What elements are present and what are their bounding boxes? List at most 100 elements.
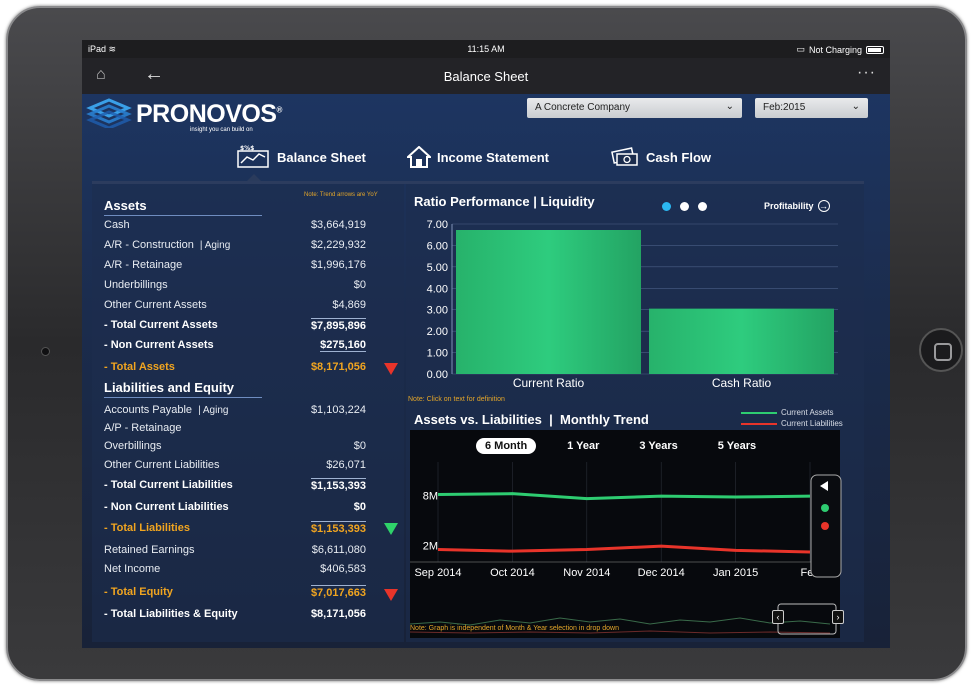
divider (104, 397, 262, 398)
row-total-current-liabilities: - Total Current Liabilities $1,153,393 (104, 478, 366, 492)
range-tabs: 6 Month 1 Year 3 Years 5 Years (476, 438, 787, 454)
page-title: Balance Sheet (443, 69, 529, 84)
arrow-right-circle-icon: → (817, 200, 830, 212)
app-content: PRONOVOS® insight you can build on A Con… (82, 94, 890, 648)
legend-item: Current Liabilities (741, 418, 843, 429)
chevron-down-icon: ⌄ (851, 101, 860, 112)
trend-legend: Current Assets Current Liabilities (741, 407, 843, 429)
trend-line-chart: Sep 2014 Oct 2014 Nov 2014 Dec 2014 Jan 2015… (410, 462, 840, 579)
aging-link[interactable]: | Aging (200, 240, 230, 251)
nav-bar: ⌂ ← Balance Sheet ··· (82, 58, 890, 94)
trend-chart-box: 6 Month 1 Year 3 Years 5 Years Sep 2014 O… (410, 430, 840, 610)
status-time: 11:15 AM (467, 44, 505, 54)
y-tick-label: 6.00 (427, 240, 448, 252)
liabilities-title: Liabilities and Equity (104, 380, 235, 395)
x-tick-label: Sep 2014 (414, 567, 461, 579)
brand-tagline: insight you can build on (190, 127, 253, 133)
range-tab-5-years[interactable]: 5 Years (709, 438, 765, 454)
page-dots (662, 202, 707, 211)
row-overbillings: Overbillings $0 (104, 440, 366, 452)
balance-sheet-icon: $%$ (237, 145, 269, 168)
row-cash: Cash $3,664,919 (104, 219, 366, 231)
row-retained-earnings: Retained Earnings $6,611,080 (104, 544, 366, 556)
y-tick-label: 5.00 (427, 262, 448, 274)
period-select[interactable]: Feb:2015 ⌄ (755, 98, 868, 118)
row-other-current-assets: Other Current Assets $4,869 (104, 299, 366, 311)
row-underbillings: Underbillings $0 (104, 279, 366, 291)
y-tick-label: 1.00 (427, 348, 448, 360)
divider (104, 215, 262, 216)
main-tabs: $%$ Balance Sheet Income Statement Cash … (232, 142, 732, 172)
profitability-link[interactable]: Profitability → (764, 200, 830, 212)
trend-navigator[interactable]: ‹ › (409, 602, 844, 638)
row-total-equity: - Total Equity $7,017,663 (104, 585, 366, 599)
assets-title: Assets (104, 198, 147, 213)
trend-up-icon (384, 523, 398, 535)
charts-panel: Ratio Performance | Liquidity Profitabil… (406, 184, 864, 642)
screen-mirror-icon: ▭ (796, 44, 805, 54)
bar[interactable] (649, 308, 834, 374)
aging-link[interactable]: | Aging (198, 405, 228, 416)
row-total-liabilities: - Total Liabilities $1,153,393 (104, 521, 366, 535)
status-bar: iPad ≋ 11:15 AM ▭ Not Charging (82, 40, 890, 58)
row-total-assets: - Total Assets $8,171,056 (104, 361, 366, 373)
series-toggle[interactable] (810, 474, 842, 578)
more-icon[interactable]: ··· (857, 64, 876, 82)
company-select[interactable]: A Concrete Company ⌄ (527, 98, 742, 118)
camera (41, 347, 50, 356)
home-button[interactable] (919, 328, 963, 372)
row-ap-retainage: A/P - Retainage (104, 422, 182, 434)
row-accounts-payable: Accounts Payable | Aging $1,103,224 (104, 404, 366, 416)
trend-down-icon (384, 589, 398, 601)
series-line[interactable] (437, 544, 811, 554)
y-tick-label: 2M (423, 540, 438, 552)
series-line[interactable] (437, 492, 811, 501)
scroll-left-icon[interactable]: ‹ (772, 610, 784, 624)
battery-icon (866, 45, 884, 54)
x-tick-label: Jan 2015 (713, 567, 758, 579)
y-tick-label: 0.00 (427, 369, 448, 381)
x-category-label[interactable]: Current Ratio (513, 376, 585, 390)
x-tick-label: Nov 2014 (563, 567, 610, 579)
y-tick-label: 8M (423, 490, 438, 502)
chevron-down-icon: ⌄ (725, 101, 734, 112)
y-tick-label: 7.00 (427, 219, 448, 231)
row-ar-retainage: A/R - Retainage $1,996,176 (104, 259, 366, 271)
bar[interactable] (456, 230, 641, 374)
row-total-current-assets: - Total Current Assets $7,895,896 (104, 318, 366, 332)
row-other-current-liabilities: Other Current Liabilities $26,071 (104, 459, 366, 471)
row-non-current-liabilities: - Non Current Liabilities $0 (104, 501, 366, 513)
range-tab-6-month[interactable]: 6 Month (476, 438, 537, 454)
page-dot[interactable] (698, 202, 707, 211)
tab-balance-sheet[interactable]: $%$ Balance Sheet (237, 142, 366, 172)
page-dot[interactable] (662, 202, 671, 211)
y-tick-label: 3.00 (427, 305, 448, 317)
x-category-label[interactable]: Cash Ratio (712, 376, 772, 390)
row-net-income: Net Income $406,583 (104, 563, 366, 575)
tab-income-statement[interactable]: Income Statement (407, 142, 549, 172)
legend-item: Current Assets (741, 407, 843, 418)
logo: PRONOVOS® insight you can build on (86, 96, 286, 136)
range-tab-1-year[interactable]: 1 Year (558, 438, 608, 454)
page-dot[interactable] (680, 202, 689, 211)
range-tab-3-years[interactable]: 3 Years (630, 438, 686, 454)
y-tick-label: 4.00 (427, 283, 448, 295)
trend-title: Assets vs. Liabilities | Monthly Trend (414, 412, 649, 427)
brand-name: PRONOVOS® (136, 100, 282, 128)
ratio-note: Note: Click on text for definition (408, 396, 505, 403)
svg-text:$%$: $%$ (240, 145, 254, 152)
balance-panel: Note: Trend arrows are YoY Assets Cash $3… (92, 184, 404, 642)
row-non-current-assets: - Non Current Assets $275,160 (104, 339, 366, 352)
x-tick-label: Oct 2014 (490, 567, 535, 579)
row-ar-construction: A/R - Construction | Aging $2,229,932 (104, 239, 366, 251)
tab-cash-flow[interactable]: Cash Flow (610, 142, 711, 172)
trend-down-icon (384, 363, 398, 375)
logo-mark-icon (86, 98, 132, 128)
x-tick-label: Dec 2014 (638, 567, 685, 579)
row-total-liabilities-equity: - Total Liabilities & Equity $8,171,056 (104, 608, 366, 620)
trend-note: Note: Trend arrows are YoY (304, 192, 378, 198)
house-icon (407, 146, 431, 168)
scroll-right-icon[interactable]: › (832, 610, 844, 624)
charging-status: ▭ Not Charging (796, 44, 884, 55)
cash-icon (611, 147, 638, 166)
